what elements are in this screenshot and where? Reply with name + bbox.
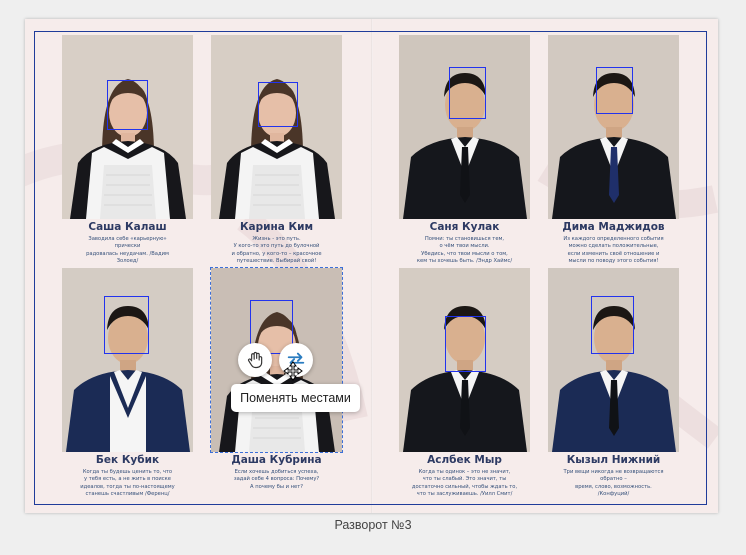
student-photo[interactable]: [211, 35, 342, 219]
face-detection-box: [258, 82, 298, 127]
face-detection-box: [445, 316, 486, 372]
student-quote: Когда ты одинок – это не значит, что ты …: [411, 469, 518, 498]
spread-caption: Разворот №3: [334, 518, 412, 532]
hand-grab-icon: [247, 351, 263, 369]
student-name: Кызыл Нижний: [566, 454, 661, 466]
face-detection-box: [107, 80, 148, 130]
student-quote: Если хочешь добиться успеха, задай себе …: [233, 469, 320, 490]
student-photo[interactable]: [399, 35, 530, 219]
student-name: Дима Маджидов: [562, 221, 665, 233]
student-quote: Жизнь - это путь. У кого-то это путь до …: [231, 236, 322, 265]
face-detection-box: [104, 296, 149, 354]
student-photo[interactable]: [62, 268, 193, 452]
student-name: Карина Ким: [239, 221, 314, 233]
student-name: Саша Калаш: [88, 221, 167, 233]
student-photo[interactable]: [210, 267, 343, 453]
student-photo[interactable]: [548, 268, 679, 452]
student-quote: Помни: ты становишься тем, о чём твои мы…: [416, 236, 513, 265]
student-quote: Три вещи никогда не возвращаются обратно…: [563, 469, 664, 498]
swap-tooltip: Поменять местами: [231, 384, 360, 412]
student-name: Даша Кубрина: [231, 454, 322, 466]
student-name: Бек Кубик: [95, 454, 160, 466]
face-detection-box: [591, 296, 634, 354]
student-name: Аслбек Мыр: [427, 454, 502, 466]
student-photo[interactable]: [62, 35, 193, 219]
student-photo[interactable]: [399, 268, 530, 452]
face-detection-box: [449, 67, 486, 119]
spread-fold: [371, 19, 373, 513]
student-quote: Когда ты будешь ценить то, что у тебя ес…: [80, 469, 175, 498]
student-name: Саня Кулак: [429, 221, 500, 233]
drag-button[interactable]: [238, 343, 272, 377]
face-detection-box: [596, 67, 633, 114]
student-quote: Из каждого определенного события можно с…: [563, 236, 664, 265]
move-cursor-icon: [283, 361, 303, 381]
student-photo[interactable]: [548, 35, 679, 219]
student-quote: Заводила себе «карьерную» прически радов…: [86, 236, 169, 265]
